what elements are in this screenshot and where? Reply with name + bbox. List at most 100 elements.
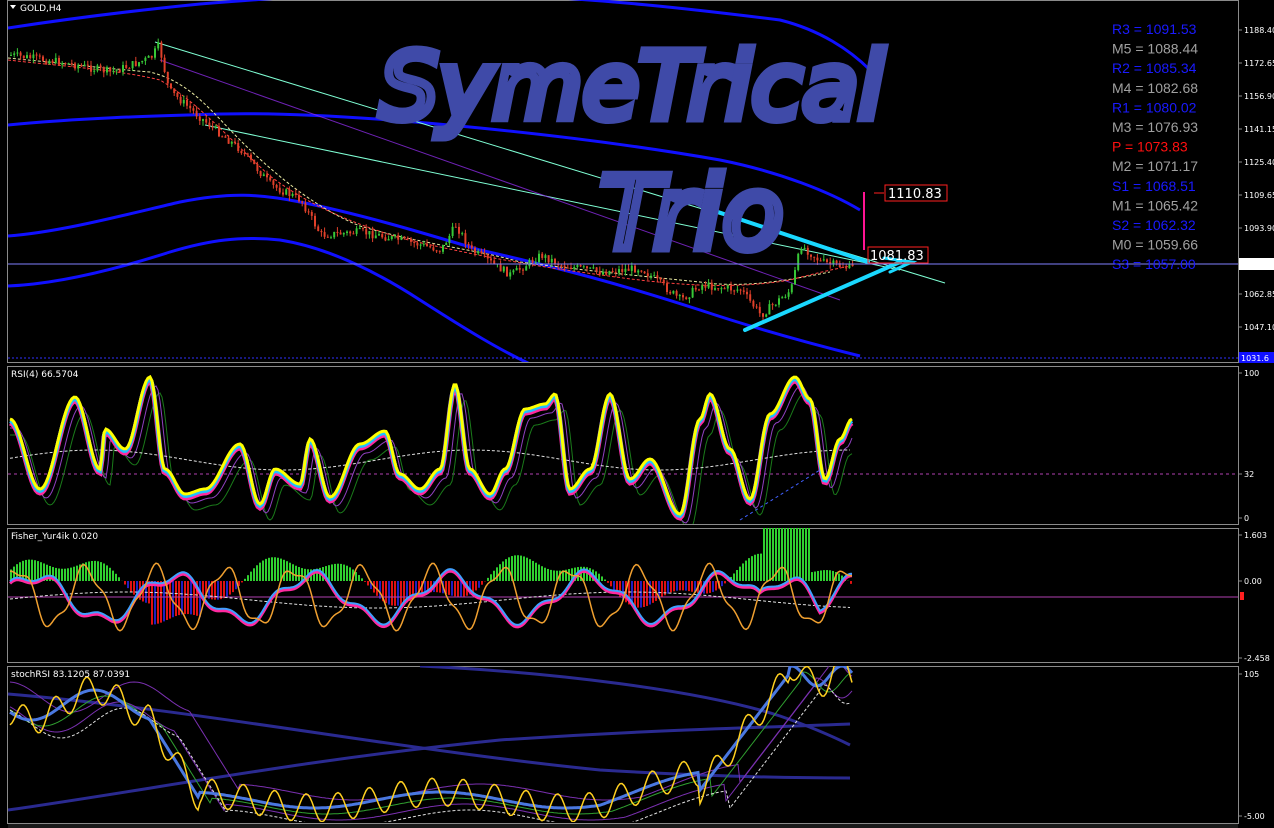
candle-body	[70, 63, 73, 65]
fisher-bar	[634, 581, 636, 608]
fisher-bar	[646, 581, 648, 606]
candle-body	[566, 267, 569, 269]
candle-body	[659, 278, 662, 280]
candle-body	[669, 292, 672, 294]
fisher-bar	[244, 578, 246, 581]
candle-body	[784, 296, 787, 298]
fisher-bar	[460, 581, 462, 597]
candle-body	[528, 259, 531, 267]
candle-body	[710, 282, 713, 290]
candle-body	[819, 260, 822, 262]
candle-body	[602, 271, 604, 275]
fisher-bar	[451, 581, 453, 596]
fisher-bar	[163, 581, 165, 622]
candle-body	[723, 288, 726, 290]
fisher-bar	[814, 571, 816, 581]
candle-body	[698, 289, 700, 291]
fisher-bar	[103, 563, 105, 581]
candle-body	[288, 189, 291, 196]
candle-body	[208, 122, 211, 127]
fisher-bar	[817, 570, 819, 581]
fisher-bar	[829, 570, 831, 581]
candle-body	[74, 63, 76, 69]
pivot-p: P = 1073.83	[1112, 139, 1188, 155]
candle-body	[93, 70, 96, 72]
candle-body	[672, 290, 675, 294]
pivot-m5: M5 = 1088.44	[1112, 41, 1198, 57]
candle-body	[666, 283, 668, 293]
main-axis-tick-label: 1062.85	[1244, 290, 1274, 299]
fisher-bar	[736, 570, 738, 581]
main-axis-tick-label: 1109.65	[1244, 191, 1274, 200]
dropdown-triangle-icon[interactable]	[10, 5, 16, 9]
candle-body	[515, 268, 518, 271]
fisher-bar	[691, 581, 693, 592]
fisher-bar	[151, 581, 153, 625]
main-chart-area[interactable]: 1110.83 1081.83 SymeTrical Trio	[8, 0, 1238, 364]
fisher-bar	[793, 528, 795, 581]
rsi-purple-line	[10, 385, 853, 524]
fisher-bar	[400, 581, 402, 606]
fisher-bar	[805, 528, 807, 581]
candle-body	[806, 247, 809, 255]
fisher-bar	[775, 528, 777, 581]
candle-body	[10, 54, 12, 56]
fisher-axis-tick-label: 0.00	[1244, 577, 1262, 586]
candle-body	[605, 271, 608, 275]
fisher-bar	[220, 581, 222, 600]
fisher-bar	[385, 581, 387, 604]
fisher-bar	[58, 568, 60, 581]
fisher-bar	[475, 581, 477, 591]
candle-body	[125, 65, 128, 68]
fisher-bar	[160, 581, 162, 623]
fisher-bar	[394, 581, 396, 606]
fisher-bar	[523, 556, 525, 581]
candle-body	[266, 174, 268, 178]
fisher-bar	[277, 557, 279, 581]
candle-body	[848, 263, 851, 269]
candle-body	[512, 270, 515, 273]
pivot-r1: R1 = 1080.02	[1112, 99, 1197, 115]
fisher-bar	[379, 581, 381, 599]
candle-body	[490, 258, 492, 261]
fisher-bar	[283, 559, 285, 581]
fisher-bar	[178, 581, 180, 616]
fisher-axis-tick-label: 1.603	[1244, 531, 1267, 540]
candle-body	[787, 292, 790, 297]
fisher-panel[interactable]	[8, 505, 1238, 632]
target-markers: 1110.83 1081.83	[863, 184, 948, 264]
fisher-title: Fisher_Yur4ik 0.020	[11, 532, 98, 542]
fisher-bar	[37, 561, 39, 581]
candle-body	[390, 236, 393, 239]
horizontal-scrollbar[interactable]	[8, 824, 1238, 828]
candle-body	[614, 271, 617, 273]
fisher-bar	[823, 570, 825, 581]
fisher-bar	[67, 568, 69, 581]
candle-body	[400, 236, 403, 240]
fisher-bar	[799, 528, 801, 581]
fisher-bar	[517, 555, 519, 581]
symbol-title[interactable]: GOLD,H4	[10, 4, 62, 14]
candle-body	[368, 231, 371, 235]
stoch-panel[interactable]	[8, 652, 854, 826]
candle-body	[304, 202, 307, 212]
bottom-tag-label: 1031.6	[1241, 354, 1269, 363]
pivot-s1: S1 = 1068.51	[1112, 178, 1196, 194]
candle-body	[429, 246, 432, 248]
rsi-panel[interactable]	[8, 374, 1238, 530]
candle-body	[186, 99, 188, 106]
fisher-bar	[811, 572, 813, 581]
candle-body	[221, 136, 224, 138]
fisher-bar	[301, 568, 303, 581]
candle-body	[243, 153, 246, 155]
candle-body	[531, 259, 534, 263]
fisher-bar	[547, 568, 549, 581]
pivot-levels-list: R3 = 1091.53 M5 = 1088.44 R2 = 1085.34 M4 =…	[1112, 21, 1198, 272]
fisher-bar	[751, 556, 753, 581]
stoch-title: stochRSI 83.1205 87.0391	[11, 670, 130, 680]
stoch-axis-tick-label: 105	[1244, 670, 1259, 679]
candle-body	[576, 265, 579, 268]
candle-body	[483, 253, 486, 255]
candle-body	[835, 260, 838, 264]
candle-body	[813, 256, 816, 258]
